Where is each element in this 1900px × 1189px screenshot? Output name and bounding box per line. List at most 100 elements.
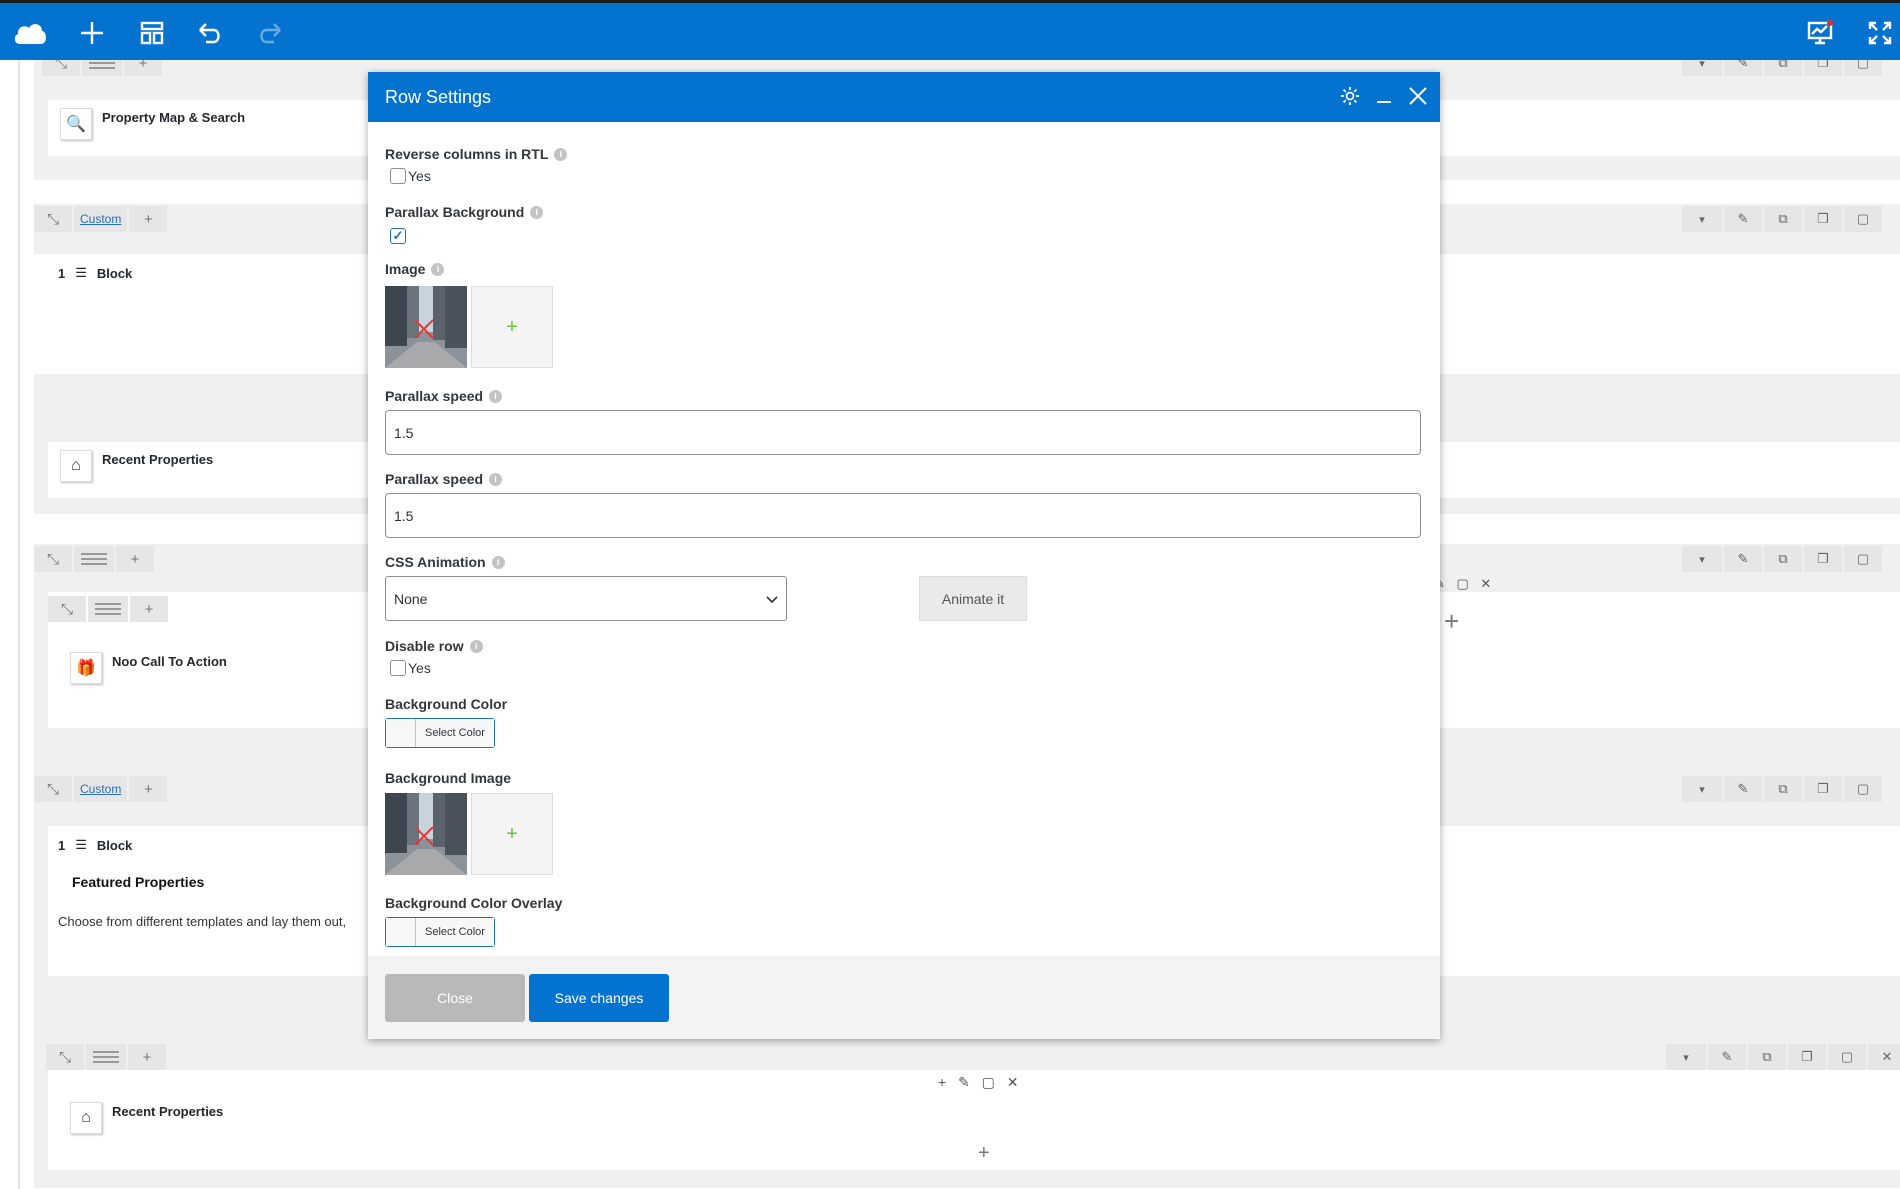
row-layout-icon[interactable] bbox=[74, 546, 114, 572]
home-icon[interactable]: ⌂ bbox=[60, 450, 92, 482]
edit-icon[interactable]: ✎ bbox=[1724, 546, 1762, 572]
clone-icon[interactable]: ⧉ bbox=[1764, 60, 1802, 76]
clone-icon[interactable]: ⧉ bbox=[1764, 776, 1802, 802]
parallax-speed-input[interactable]: 1.5 bbox=[385, 410, 1421, 455]
column-add-icon[interactable]: + bbox=[130, 596, 168, 622]
edit-icon[interactable]: ✎ bbox=[1724, 206, 1762, 232]
column-move-icon[interactable]: ⤡ bbox=[48, 596, 86, 622]
row-add-icon[interactable]: + bbox=[116, 546, 154, 572]
column-add-icon[interactable]: + bbox=[1444, 606, 1459, 637]
delete-icon[interactable]: ✕ bbox=[1868, 1044, 1900, 1070]
row-move-icon[interactable]: ⤡ bbox=[34, 546, 72, 572]
element-title: Recent Properties bbox=[102, 452, 214, 467]
row-toggle-icon[interactable]: ▾ bbox=[1682, 206, 1722, 232]
checkbox-checked[interactable]: ✓ bbox=[390, 228, 406, 244]
add-bg-image-button[interactable]: + bbox=[471, 793, 553, 875]
copy-icon[interactable]: ❐ bbox=[1804, 546, 1842, 572]
copy-icon[interactable]: ❐ bbox=[1804, 206, 1842, 232]
add-icon[interactable] bbox=[72, 13, 112, 53]
row-move-icon[interactable]: ⤡ bbox=[46, 1044, 84, 1070]
close-button[interactable]: Close bbox=[385, 974, 525, 1022]
cloud-logo-icon[interactable] bbox=[10, 13, 50, 53]
redo-icon[interactable] bbox=[250, 13, 290, 53]
bg-image-label: Background Image bbox=[385, 770, 512, 786]
checkbox-label: Yes bbox=[408, 660, 431, 676]
modal-footer: Close Save changes bbox=[368, 956, 1440, 1039]
parallax-bg-checkbox[interactable]: ✓ bbox=[390, 228, 406, 244]
row-layout-icon[interactable] bbox=[82, 60, 122, 76]
checkbox-box[interactable] bbox=[390, 168, 406, 184]
bg-overlay-color-picker[interactable]: Select Color bbox=[385, 917, 495, 947]
search-icon[interactable]: 🔍 bbox=[60, 108, 92, 140]
image-thumbnail[interactable] bbox=[385, 286, 467, 368]
list-icon: ☰ bbox=[75, 265, 87, 280]
row-move-icon[interactable]: ⤡ bbox=[42, 60, 80, 76]
copy-icon[interactable]: ❐ bbox=[1804, 776, 1842, 802]
row-move-icon[interactable]: ⤡ bbox=[34, 206, 72, 232]
add-image-button[interactable]: + bbox=[471, 286, 553, 368]
column-layout-icon[interactable] bbox=[88, 596, 128, 622]
select-color-label: Select Color bbox=[416, 918, 494, 946]
paste-icon[interactable]: ▢ bbox=[1844, 546, 1882, 572]
paste-icon[interactable]: ▢ bbox=[1844, 776, 1882, 802]
preview-icon[interactable] bbox=[1800, 13, 1840, 53]
minimize-icon[interactable] bbox=[1372, 84, 1396, 108]
list-icon: ☰ bbox=[75, 837, 87, 852]
reverse-rtl-checkbox[interactable]: Yes bbox=[390, 168, 431, 184]
info-icon[interactable]: i bbox=[489, 389, 503, 403]
settings-gear-icon[interactable] bbox=[1338, 84, 1362, 108]
clone-icon[interactable]: ⧉ bbox=[1748, 1044, 1786, 1070]
row-toggle-icon[interactable]: ▾ bbox=[1682, 60, 1722, 76]
bg-image-thumbnail[interactable] bbox=[385, 793, 467, 875]
checkbox-box[interactable] bbox=[390, 660, 406, 676]
edit-icon[interactable]: ✎ bbox=[1708, 1044, 1746, 1070]
parallax-speed-label: Parallax speed i bbox=[385, 388, 503, 404]
clone-icon[interactable]: ⧉ bbox=[1764, 546, 1802, 572]
row-add-icon[interactable]: + bbox=[129, 776, 168, 802]
gift-icon[interactable]: 🎁 bbox=[70, 652, 102, 684]
clone-icon[interactable]: ⧉ bbox=[1764, 206, 1802, 232]
edit-icon[interactable]: ✎ bbox=[1724, 60, 1762, 76]
info-icon[interactable]: i bbox=[554, 147, 568, 161]
custom-link[interactable]: Custom bbox=[74, 206, 128, 232]
css-animation-label: CSS Animation i bbox=[385, 554, 505, 570]
css-animation-select[interactable]: None bbox=[385, 576, 787, 621]
paste-icon[interactable]: ▢ bbox=[1844, 206, 1882, 232]
row-toggle-icon[interactable]: ▾ bbox=[1682, 776, 1722, 802]
row-add-icon[interactable]: + bbox=[129, 206, 168, 232]
row-add-icon[interactable]: + bbox=[128, 1044, 166, 1070]
info-icon[interactable]: i bbox=[491, 555, 505, 569]
info-icon[interactable]: i bbox=[489, 472, 503, 486]
checkbox-label: Yes bbox=[408, 168, 431, 184]
parallax-speed-input-2[interactable]: 1.5 bbox=[385, 493, 1421, 538]
paste-icon[interactable]: ▢ bbox=[1828, 1044, 1866, 1070]
featured-heading: Featured Properties bbox=[72, 874, 205, 890]
close-icon[interactable] bbox=[1406, 84, 1430, 108]
row-add-icon[interactable]: + bbox=[124, 60, 162, 76]
row-move-icon[interactable]: ⤡ bbox=[34, 776, 72, 802]
paste-icon[interactable]: ▢ bbox=[1844, 60, 1882, 76]
save-changes-button[interactable]: Save changes bbox=[529, 974, 669, 1022]
layout-templates-icon[interactable] bbox=[132, 13, 172, 53]
disable-row-checkbox[interactable]: Yes bbox=[390, 660, 431, 676]
home-icon[interactable]: ⌂ bbox=[70, 1102, 102, 1134]
info-icon[interactable]: i bbox=[431, 262, 445, 276]
edit-icon[interactable]: ✎ bbox=[1724, 776, 1762, 802]
copy-icon[interactable]: ❐ bbox=[1788, 1044, 1826, 1070]
fullscreen-icon[interactable] bbox=[1860, 13, 1900, 53]
chevron-down-icon bbox=[766, 591, 778, 607]
row-toggle-icon[interactable]: ▾ bbox=[1682, 546, 1722, 572]
left-guide bbox=[18, 60, 20, 1189]
animate-it-button[interactable]: Animate it bbox=[919, 576, 1027, 621]
info-icon[interactable]: i bbox=[469, 639, 483, 653]
info-icon[interactable]: i bbox=[530, 205, 544, 219]
color-swatch bbox=[386, 719, 416, 747]
row-layout-icon[interactable] bbox=[86, 1044, 126, 1070]
custom-link[interactable]: Custom bbox=[74, 776, 128, 802]
bg-color-picker[interactable]: Select Color bbox=[385, 718, 495, 748]
copy-icon[interactable]: ❐ bbox=[1804, 60, 1842, 76]
element-title: Block bbox=[96, 838, 133, 853]
undo-icon[interactable] bbox=[190, 13, 230, 53]
row-toggle-icon[interactable]: ▾ bbox=[1666, 1044, 1706, 1070]
element-add-icon[interactable]: + bbox=[978, 1142, 990, 1165]
